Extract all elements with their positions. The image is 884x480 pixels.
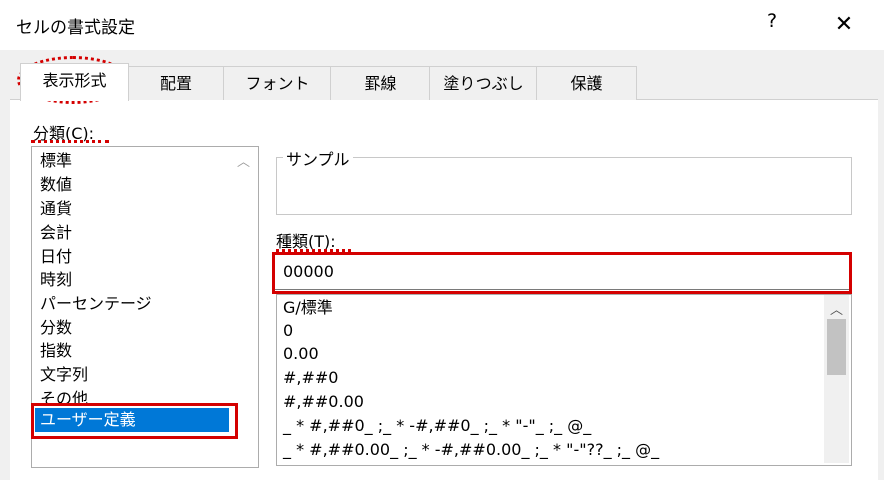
tab-protection[interactable]: 保護 bbox=[536, 66, 637, 100]
title-bar: セルの書式設定 ? ✕ bbox=[0, 0, 884, 50]
sample-label: サンプル bbox=[283, 146, 353, 170]
selection-highlight-box bbox=[31, 403, 238, 439]
list-item[interactable]: 標準 bbox=[40, 149, 72, 173]
list-item[interactable]: 数値 bbox=[40, 173, 72, 197]
tab-number[interactable]: 表示形式 bbox=[20, 63, 129, 101]
scroll-up-icon[interactable]: ︿ bbox=[830, 299, 843, 318]
close-button[interactable]: ✕ bbox=[826, 10, 862, 40]
tab-font[interactable]: フォント bbox=[223, 66, 332, 100]
list-item[interactable]: G/標準 bbox=[283, 296, 333, 320]
list-item[interactable]: 0.00 bbox=[283, 342, 319, 366]
tab-fill[interactable]: 塗りつぶし bbox=[429, 66, 538, 100]
tab-border[interactable]: 罫線 bbox=[330, 66, 431, 100]
list-item[interactable]: 時刻 bbox=[40, 268, 72, 292]
tab-alignment[interactable]: 配置 bbox=[127, 66, 225, 100]
list-item[interactable]: 0 bbox=[283, 319, 293, 343]
list-item[interactable]: パーセンテージ bbox=[40, 292, 152, 316]
list-item[interactable]: 会計 bbox=[40, 221, 72, 245]
list-item[interactable]: 通貨 bbox=[40, 197, 72, 221]
format-list[interactable]: G/標準 0 0.00 #,##0 #,##0.00 _ * #,##0_ ;_… bbox=[276, 294, 852, 466]
format-scrollbar[interactable]: ︿ bbox=[824, 295, 849, 463]
list-item[interactable]: _ * #,##0.00_ ;_ * -#,##0.00_ ;_ * "-"??… bbox=[283, 438, 659, 462]
list-item[interactable]: 分数 bbox=[40, 316, 72, 340]
list-item[interactable]: 文字列 bbox=[40, 363, 88, 387]
type-highlight-box bbox=[272, 252, 852, 294]
category-label-underline bbox=[31, 140, 109, 143]
dialog-title: セルの書式設定 bbox=[16, 18, 135, 38]
list-item[interactable]: 日付 bbox=[40, 245, 72, 269]
sample-group bbox=[276, 157, 852, 215]
list-item[interactable]: _ * #,##0_ ;_ * -#,##0_ ;_ * "-"_ ;_ @_ bbox=[283, 414, 591, 438]
list-item[interactable]: #,##0 bbox=[283, 366, 338, 390]
scrollbar-thumb[interactable] bbox=[827, 319, 846, 375]
scroll-up-icon[interactable]: ︿ bbox=[237, 151, 250, 170]
help-button[interactable]: ? bbox=[760, 10, 784, 32]
list-item[interactable]: 指数 bbox=[40, 339, 72, 363]
list-item[interactable]: #,##0.00 bbox=[283, 390, 364, 414]
